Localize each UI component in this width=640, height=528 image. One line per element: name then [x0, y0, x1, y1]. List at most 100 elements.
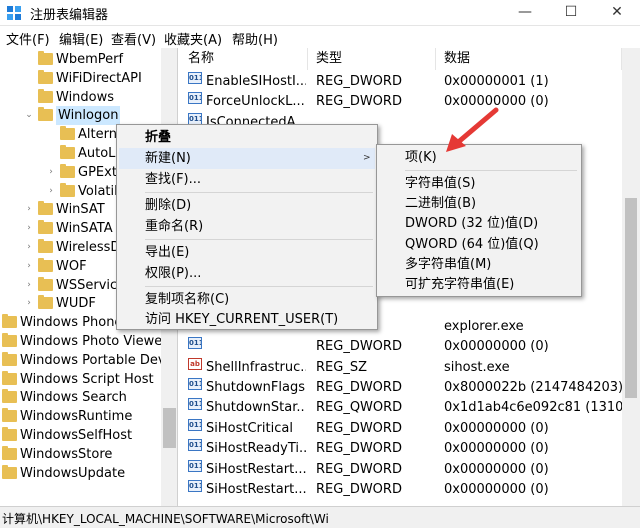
column-header-name[interactable]: 名称	[180, 48, 308, 70]
value-name: SiHostCritical	[206, 420, 293, 436]
menu-find[interactable]: 查找(F)...	[119, 169, 375, 190]
tree-item-label: WindowsUpdate	[20, 465, 126, 481]
tree-item-label: WindowsStore	[20, 446, 113, 462]
tree-scrollbar-thumb[interactable]	[163, 408, 176, 448]
tree-item[interactable]: ⌄ Winlogon	[0, 106, 160, 126]
submenu-string-value[interactable]: 字符串值(S)	[379, 173, 579, 194]
value-data: 0x00000000 (0)	[444, 441, 549, 457]
table-row[interactable]: 011 EnableSIHostI... REG_DWORD 0x00000001 (…	[180, 72, 622, 92]
chevron-right-icon[interactable]: ›	[24, 238, 34, 257]
folder-icon	[38, 220, 53, 235]
chevron-right-icon[interactable]: ›	[46, 182, 56, 201]
title-bar: 注册表编辑器 — ☐ ✕	[0, 0, 640, 26]
menu-view[interactable]: 查看(V)	[111, 29, 156, 48]
chevron-right-icon[interactable]: ›	[24, 257, 34, 276]
tree-item-label: Windows Phone	[20, 315, 123, 331]
chevron-right-icon[interactable]: ›	[46, 163, 56, 182]
tree-item[interactable]: WbemPerf	[0, 50, 160, 69]
tree-item[interactable]: Windows Portable Devi	[0, 351, 169, 370]
table-row[interactable]: 011 REG_DWORD 0x00000000 (0)	[180, 337, 622, 357]
table-row[interactable]: 011 SiHostReadyTi... REG_DWORD 0x00000000 (…	[180, 439, 622, 459]
tree-item[interactable]: WindowsRuntime	[0, 407, 160, 426]
tree-item[interactable]: Windows Photo Viewer	[0, 332, 168, 351]
submenu-qword-value[interactable]: QWORD (64 位)值(Q)	[379, 234, 579, 255]
table-row[interactable]: ab ShellInfrastruc... REG_SZ sihost.exe	[180, 357, 622, 378]
menu-favorites[interactable]: 收藏夹(A)	[164, 29, 222, 48]
tree-item-label: WirelessD	[56, 240, 121, 255]
menu-new[interactable]: 新建(N)	[119, 148, 375, 169]
value-data: explorer.exe	[444, 318, 524, 334]
value-data: 0x00000000 (0)	[444, 420, 549, 436]
submenu-binary-value[interactable]: 二进制值(B)	[379, 193, 579, 214]
table-row[interactable]: 011 ShutdownFlags REG_DWORD 0x8000022b (214…	[180, 378, 622, 398]
menu-export[interactable]: 导出(E)	[119, 242, 375, 263]
table-row[interactable]: 011ForceUnlockL...REG_DWORD0x00000000 (0…	[180, 92, 622, 112]
tree-item[interactable]: Windows Search	[0, 388, 160, 407]
menu-copy-key-name[interactable]: 复制项名称(C)	[119, 289, 375, 310]
chevron-right-icon[interactable]: ›	[24, 276, 34, 295]
table-row[interactable]: 011 SiHostRestart... REG_DWORD 0x00000000 (…	[180, 480, 622, 500]
folder-icon	[2, 351, 17, 366]
menu-help[interactable]: 帮助(H)	[232, 29, 278, 48]
regedit-icon	[7, 6, 21, 20]
tree-item-label: WinSATA	[56, 221, 113, 237]
folder-icon	[38, 69, 53, 84]
menu-separator	[145, 192, 373, 193]
tree-item[interactable]: WiFiDirectAPI	[0, 69, 160, 88]
tree-item-label: Windows Search	[20, 390, 127, 406]
red-arrow-icon	[446, 107, 499, 152]
menu-delete[interactable]: 删除(D)	[119, 195, 375, 216]
status-bar: 计算机\HKEY_LOCAL_MACHINE\SOFTWARE\Microsof…	[0, 506, 640, 528]
status-path: 计算机\HKEY_LOCAL_MACHINE\SOFTWARE\Microsof…	[2, 512, 329, 526]
value-type: REG_DWORD	[316, 461, 402, 477]
table-row[interactable]: 011 SiHostCritical REG_DWORD 0x00000000 (0)	[180, 418, 622, 439]
tree-item[interactable]: WindowsUpdate	[0, 464, 160, 483]
table-row[interactable]: 011 SiHostRestart... REG_DWORD 0x00000000 (…	[180, 459, 622, 480]
tree-item[interactable]: WindowsSelfHost	[0, 426, 160, 445]
tree-item-label: WbemPerf	[56, 52, 124, 67]
folder-icon	[38, 295, 53, 310]
value-type: REG_DWORD	[316, 482, 402, 497]
tree-item-label: WSServic	[56, 277, 118, 293]
list-scrollbar[interactable]	[622, 48, 640, 506]
list-scrollbar-thumb[interactable]	[625, 198, 637, 398]
submenu-dword-value[interactable]: DWORD (32 位)值(D)	[379, 213, 579, 234]
folder-icon	[60, 145, 75, 159]
tree-item[interactable]: Windows	[0, 88, 160, 107]
submenu-expandable-string-value[interactable]: 可扩充字符串值(E)	[379, 274, 579, 295]
menu-goto-hkcu[interactable]: 访问 HKEY_CURRENT_USER(T)	[119, 309, 375, 330]
value-name: SiHostReadyTi...	[206, 441, 306, 457]
folder-icon	[38, 257, 53, 272]
menu-permissions[interactable]: 权限(P)...	[119, 263, 375, 284]
tree-item-label: WUDF	[56, 296, 96, 312]
column-header-data[interactable]: 数据	[436, 48, 622, 70]
menu-file[interactable]: 文件(F)	[6, 29, 50, 48]
menu-separator	[405, 170, 577, 171]
value-type: REG_QWORD	[316, 400, 403, 416]
close-button[interactable]: ✕	[594, 0, 640, 26]
table-row[interactable]: 011 ShutdownStar... REG_QWORD 0x1d1ab4c6e09…	[180, 398, 622, 418]
binary-value-icon: 011	[188, 439, 202, 452]
binary-value-icon: 011	[188, 418, 202, 431]
minimize-button[interactable]: —	[502, 0, 548, 26]
folder-icon	[38, 239, 53, 253]
maximize-button[interactable]: ☐	[548, 0, 594, 26]
submenu-multistring-value[interactable]: 多字符串值(M)	[379, 254, 579, 275]
chevron-right-icon[interactable]: ›	[24, 219, 34, 238]
chevron-down-icon[interactable]: ⌄	[24, 106, 34, 125]
folder-icon	[2, 445, 17, 460]
value-type: REG_DWORD	[316, 74, 402, 89]
chevron-right-icon[interactable]: ›	[24, 294, 34, 313]
folder-icon	[38, 201, 53, 216]
chevron-right-icon[interactable]: ›	[24, 200, 34, 219]
tree-item-label: Windows Script Host	[20, 371, 154, 387]
tree-item[interactable]: Windows Script Host	[0, 370, 160, 389]
menu-rename[interactable]: 重命名(R)	[119, 216, 375, 237]
menu-collapse[interactable]: 折叠	[119, 127, 375, 148]
menu-edit[interactable]: 编辑(E)	[59, 29, 103, 48]
tree-item[interactable]: WindowsStore	[0, 445, 160, 464]
column-header-type[interactable]: 类型	[308, 48, 436, 70]
binary-value-icon: 011	[188, 72, 202, 84]
folder-icon	[60, 126, 75, 141]
value-data: sihost.exe	[444, 359, 510, 375]
